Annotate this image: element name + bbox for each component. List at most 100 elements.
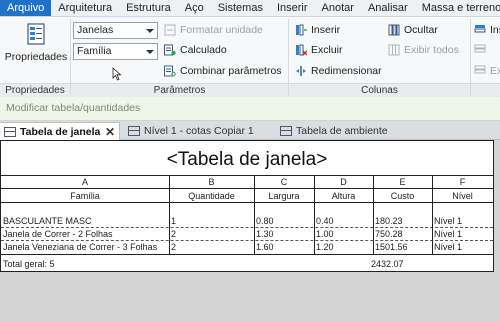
menu-inserir[interactable]: Inserir — [270, 0, 315, 16]
table-cell[interactable]: 750.28 — [373, 228, 432, 240]
schedule-title[interactable]: <Tabela de janela> — [1, 144, 493, 176]
panel-label-rows — [471, 83, 500, 97]
table-cell[interactable]: 2 — [169, 228, 254, 240]
table-cell[interactable]: Nível 1 — [432, 215, 493, 227]
column-header[interactable]: Altura — [314, 190, 373, 202]
divider — [1, 188, 493, 189]
table-cell[interactable]: 1.00 — [314, 228, 373, 240]
type-dropdown-value: Janelas — [77, 24, 114, 36]
show-all-button[interactable]: Exibir todos — [388, 42, 459, 58]
column-letter[interactable]: D — [314, 176, 373, 188]
table-cell[interactable]: 0.80 — [254, 215, 314, 227]
floor-plan-icon — [128, 126, 140, 136]
tab-nivel-1-cotas[interactable]: Nível 1 - cotas Copiar 1 — [124, 122, 272, 140]
resize-column-label: Redimensionar — [311, 65, 382, 77]
column-divider — [432, 176, 433, 254]
table-row[interactable]: Janela Veneziana de Correr - 3 Folhas 2 … — [1, 241, 493, 253]
table-cell[interactable]: 1 — [169, 215, 254, 227]
show-all-label: Exibir todos — [404, 44, 459, 56]
table-cell[interactable]: 180.23 — [373, 215, 432, 227]
column-letter[interactable]: F — [432, 176, 493, 188]
resize-column-button[interactable]: Redimensionar — [295, 63, 382, 79]
tab-tabela-de-janela[interactable]: Tabela de janela ✕ — [0, 122, 120, 140]
column-header[interactable]: Largura — [254, 190, 314, 202]
tab-label: Tabela de janela — [20, 126, 101, 138]
delete-column-label: Excluir — [311, 44, 343, 56]
table-row[interactable]: Janela de Correr - 2 Folhas 2 1.30 1.00 … — [1, 228, 493, 240]
divider — [1, 254, 493, 255]
grand-total-cost: 2432.07 — [371, 259, 404, 269]
column-divider — [373, 176, 374, 254]
delete-column-button[interactable]: Excluir — [295, 42, 343, 58]
show-all-icon — [388, 44, 400, 56]
table-cell[interactable]: 1501.56 — [373, 241, 432, 253]
delete-column-icon — [295, 44, 308, 56]
mouse-cursor-icon — [112, 67, 122, 81]
table-cell[interactable]: BASCULANTE MASC — [1, 215, 169, 227]
menu-analisar[interactable]: Analisar — [361, 0, 415, 16]
calculated-button[interactable]: Calculado — [164, 42, 227, 58]
table-row[interactable]: BASCULANTE MASC 1 0.80 0.40 180.23 Nível… — [1, 215, 493, 227]
delete-row-label: Ex — [490, 65, 500, 77]
delete-row-button[interactable]: Ex — [474, 63, 500, 79]
tab-label: Nível 1 - cotas Copiar 1 — [144, 125, 254, 137]
hide-column-button[interactable]: Ocultar — [388, 22, 438, 38]
table-cell[interactable]: 1.60 — [254, 241, 314, 253]
menu-sistemas[interactable]: Sistemas — [211, 0, 270, 16]
table-cell[interactable]: Janela Veneziana de Correr - 3 Folhas — [1, 241, 169, 253]
insert-row-icon — [474, 24, 486, 36]
menu-massa-terreno[interactable]: Massa e terreno — [415, 0, 500, 16]
table-cell[interactable]: Janela de Correr - 2 Folhas — [1, 228, 169, 240]
table-cell[interactable]: Nível 1 — [432, 241, 493, 253]
hide-column-label: Ocultar — [404, 24, 438, 36]
insert-row-button[interactable]: Ins — [474, 22, 500, 38]
menu-arquivo[interactable]: Arquivo — [0, 0, 52, 16]
table-cell[interactable]: 1.30 — [254, 228, 314, 240]
type-dropdown[interactable]: Janelas — [73, 22, 158, 39]
family-dropdown-value: Família — [77, 45, 112, 57]
schedule-sheet: <Tabela de janela> A B C D E F Família Q… — [0, 140, 494, 272]
calculated-label: Calculado — [180, 44, 227, 56]
schedule-icon — [4, 127, 16, 137]
insert-row-label: Ins — [490, 24, 500, 36]
table-cell[interactable]: 1.20 — [314, 241, 373, 253]
column-header[interactable]: Quantidade — [169, 190, 254, 202]
panel-label-columns: Colunas — [289, 83, 470, 97]
tab-tabela-de-ambiente[interactable]: Tabela de ambiente — [276, 122, 406, 140]
panel-label-parameters: Parâmetros — [71, 83, 288, 97]
row-action-icon — [474, 44, 486, 56]
table-cell[interactable]: 2 — [169, 241, 254, 253]
column-letter[interactable]: A — [1, 176, 169, 188]
menu-arquitetura[interactable]: Arquitetura — [51, 0, 119, 16]
delete-row-icon — [474, 65, 486, 77]
menu-estrutura[interactable]: Estrutura — [119, 0, 178, 16]
close-icon[interactable]: ✕ — [105, 123, 115, 141]
properties-button-label: Propriedades — [4, 51, 68, 63]
column-letter[interactable]: B — [169, 176, 254, 188]
table-cell[interactable]: Nível 1 — [432, 228, 493, 240]
format-unit-button[interactable]: Formatar unidade — [164, 22, 263, 38]
column-header[interactable]: Nível — [432, 190, 493, 202]
resize-column-icon — [295, 65, 307, 77]
combine-parameters-button[interactable]: Combinar parâmetros — [164, 63, 282, 79]
column-letter[interactable]: C — [254, 176, 314, 188]
column-header[interactable]: Família — [1, 190, 169, 202]
insert-column-icon — [295, 24, 307, 36]
chevron-down-icon — [146, 50, 154, 54]
column-letter[interactable]: E — [373, 176, 432, 188]
menu-anotar[interactable]: Anotar — [315, 0, 361, 16]
column-header[interactable]: Custo — [373, 190, 432, 202]
combine-parameters-icon — [164, 65, 176, 77]
family-dropdown[interactable]: Família — [73, 43, 158, 60]
menu-aco[interactable]: Aço — [178, 0, 211, 16]
column-divider — [254, 176, 255, 254]
view-tab-bar: Tabela de janela ✕ Nível 1 - cotas Copia… — [0, 121, 500, 140]
row-action-button[interactable] — [474, 42, 486, 58]
grand-total-label: Total geral: 5 — [3, 259, 55, 269]
column-divider — [314, 176, 315, 254]
properties-button[interactable]: Propriedades — [3, 21, 69, 79]
divider — [1, 202, 493, 203]
insert-column-button[interactable]: Inserir — [295, 22, 340, 38]
table-cell[interactable]: 0.40 — [314, 215, 373, 227]
insert-column-label: Inserir — [311, 24, 341, 36]
